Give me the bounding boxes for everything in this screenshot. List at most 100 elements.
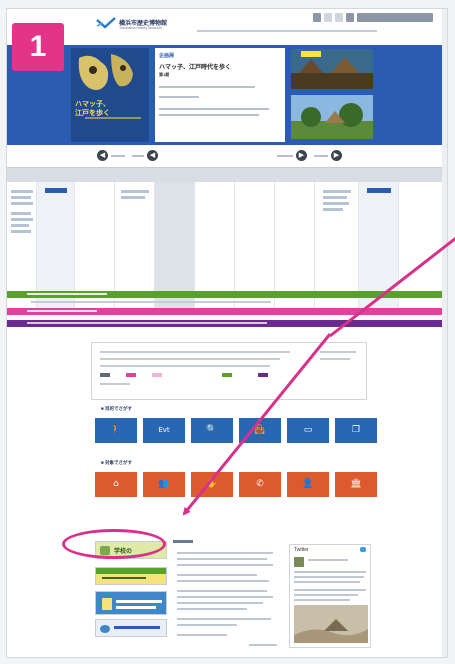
period-bar-label	[27, 310, 97, 312]
exhibit-title[interactable]: ハマッ子、江戸時代を歩く	[159, 62, 231, 71]
exhibit-detail-line	[159, 86, 255, 88]
news-item[interactable]	[177, 580, 269, 582]
tweet-text-line	[308, 559, 348, 561]
poster-map-image	[71, 48, 149, 142]
calendar-day-column[interactable]	[7, 182, 37, 308]
page-scrollbar[interactable]	[442, 9, 447, 657]
tweet-avatar	[294, 557, 304, 567]
news-item[interactable]	[177, 602, 263, 604]
calendar-event[interactable]	[11, 196, 31, 199]
calendar-event[interactable]	[11, 218, 33, 221]
purpose-tile[interactable]: ▭	[287, 418, 329, 443]
bag-icon: 👜	[254, 424, 266, 435]
news-item[interactable]	[177, 590, 267, 592]
top-nav-item[interactable]	[346, 13, 354, 22]
calendar-event[interactable]	[121, 196, 145, 199]
top-nav-item[interactable]	[357, 13, 433, 22]
target-tile[interactable]: ✋	[191, 472, 233, 497]
top-utility-nav	[313, 13, 433, 22]
calendar-header-row	[7, 168, 447, 182]
purpose-tile[interactable]: 🔍	[191, 418, 233, 443]
side-banner[interactable]	[95, 591, 167, 615]
exhibit-subtitle: 第1期	[159, 72, 170, 77]
calendar-event[interactable]	[11, 202, 33, 205]
calendar-day-column[interactable]	[359, 182, 399, 308]
news-item[interactable]	[177, 564, 273, 566]
site-header: 横浜市歴史博物館 Yokohama History Museum	[7, 9, 447, 49]
next-week-nav[interactable]: ▶ ▶	[277, 150, 342, 161]
calendar-event-tag[interactable]	[367, 188, 391, 193]
top-nav-item[interactable]	[335, 13, 343, 22]
news-item[interactable]	[177, 624, 237, 626]
exhibit-banner[interactable]: ハマッ子、 江戸を歩く 企画展 ハマッ子、江戸時代を歩く 第1期	[7, 45, 447, 145]
exhibit-detail-line	[159, 96, 199, 98]
target-tile[interactable]: 👤	[287, 472, 329, 497]
walk-icon: 🚶	[110, 424, 122, 435]
next-label-line	[314, 154, 328, 157]
exhibit-poster[interactable]: ハマッ子、 江戸を歩く	[71, 48, 149, 142]
next-arrow-icon[interactable]: ▶	[331, 150, 342, 161]
exhibit-detail-line	[159, 108, 269, 110]
calendar-event[interactable]	[121, 190, 149, 193]
highlight-ellipse	[62, 529, 166, 559]
widget-title: Twitter	[294, 547, 309, 553]
news-item[interactable]	[177, 634, 227, 636]
target-tile[interactable]: 👥	[143, 472, 185, 497]
news-item[interactable]	[177, 596, 273, 598]
news-item[interactable]	[177, 552, 273, 554]
prev-arrow-icon[interactable]: ◀	[97, 150, 108, 161]
calendar-day-column[interactable]	[155, 182, 195, 308]
calendar-day-column[interactable]	[37, 182, 75, 308]
calendar-event[interactable]	[11, 190, 33, 193]
prev-week-nav[interactable]: ◀ ◀	[97, 150, 158, 161]
legend-line	[320, 351, 356, 353]
period-bar-label	[27, 293, 107, 295]
exhibit-info-card[interactable]: 企画展 ハマッ子、江戸時代を歩く 第1期	[155, 48, 285, 142]
news-item[interactable]	[177, 558, 267, 560]
calendar-day-column[interactable]	[275, 182, 315, 308]
side-banner[interactable]	[95, 619, 167, 637]
top-nav-item[interactable]	[313, 13, 321, 22]
target-tile[interactable]: 🏛	[335, 472, 377, 497]
twitter-widget[interactable]: Twitter	[289, 544, 371, 648]
calendar-event[interactable]	[11, 224, 29, 227]
calendar-day-column[interactable]	[399, 182, 445, 308]
news-item[interactable]	[177, 574, 257, 576]
calendar-event[interactable]	[323, 208, 343, 211]
calendar-day-column[interactable]	[235, 182, 275, 308]
top-nav-item[interactable]	[324, 13, 332, 22]
tweet-text-line	[294, 571, 366, 573]
purpose-tile[interactable]: Evt	[143, 418, 185, 443]
calendar-event[interactable]	[323, 190, 351, 193]
calendar-day-column[interactable]	[115, 182, 155, 308]
purpose-tile[interactable]: 👜	[239, 418, 281, 443]
tweet-text-line	[294, 594, 358, 596]
side-banner[interactable]	[95, 567, 167, 585]
target-tile[interactable]: ⌂	[95, 472, 137, 497]
group-icon: 👥	[158, 478, 170, 489]
purpose-tile[interactable]: ❐	[335, 418, 377, 443]
exhibit-photo-bottom[interactable]	[291, 95, 373, 139]
target-tile[interactable]: ✆	[239, 472, 281, 497]
calendar-day-column[interactable]	[195, 182, 235, 308]
calendar-day-column[interactable]	[75, 182, 115, 308]
calendar-event[interactable]	[323, 196, 347, 199]
news-item[interactable]	[177, 618, 271, 620]
museum-homepage: 横浜市歴史博物館 Yokohama History Museum ハマッ子、 江…	[6, 8, 448, 658]
news-item[interactable]	[177, 608, 247, 610]
search-icon: 🔍	[206, 424, 218, 435]
news-heading-line	[173, 540, 193, 543]
sub-nav-line	[197, 30, 377, 32]
calendar-day-column[interactable]	[315, 182, 359, 308]
news-more-link[interactable]	[249, 644, 277, 646]
calendar-event[interactable]	[11, 212, 31, 215]
exhibit-photo-top[interactable]	[291, 49, 373, 89]
purpose-tile[interactable]: 🚶	[95, 418, 137, 443]
prev-arrow-icon[interactable]: ◀	[147, 150, 158, 161]
calendar-event[interactable]	[11, 230, 31, 233]
calendar-event-tag[interactable]	[45, 188, 67, 193]
legend-swatch	[152, 373, 162, 377]
person-icon: 👤	[302, 478, 314, 489]
next-arrow-icon[interactable]: ▶	[296, 150, 307, 161]
calendar-event[interactable]	[323, 202, 349, 205]
